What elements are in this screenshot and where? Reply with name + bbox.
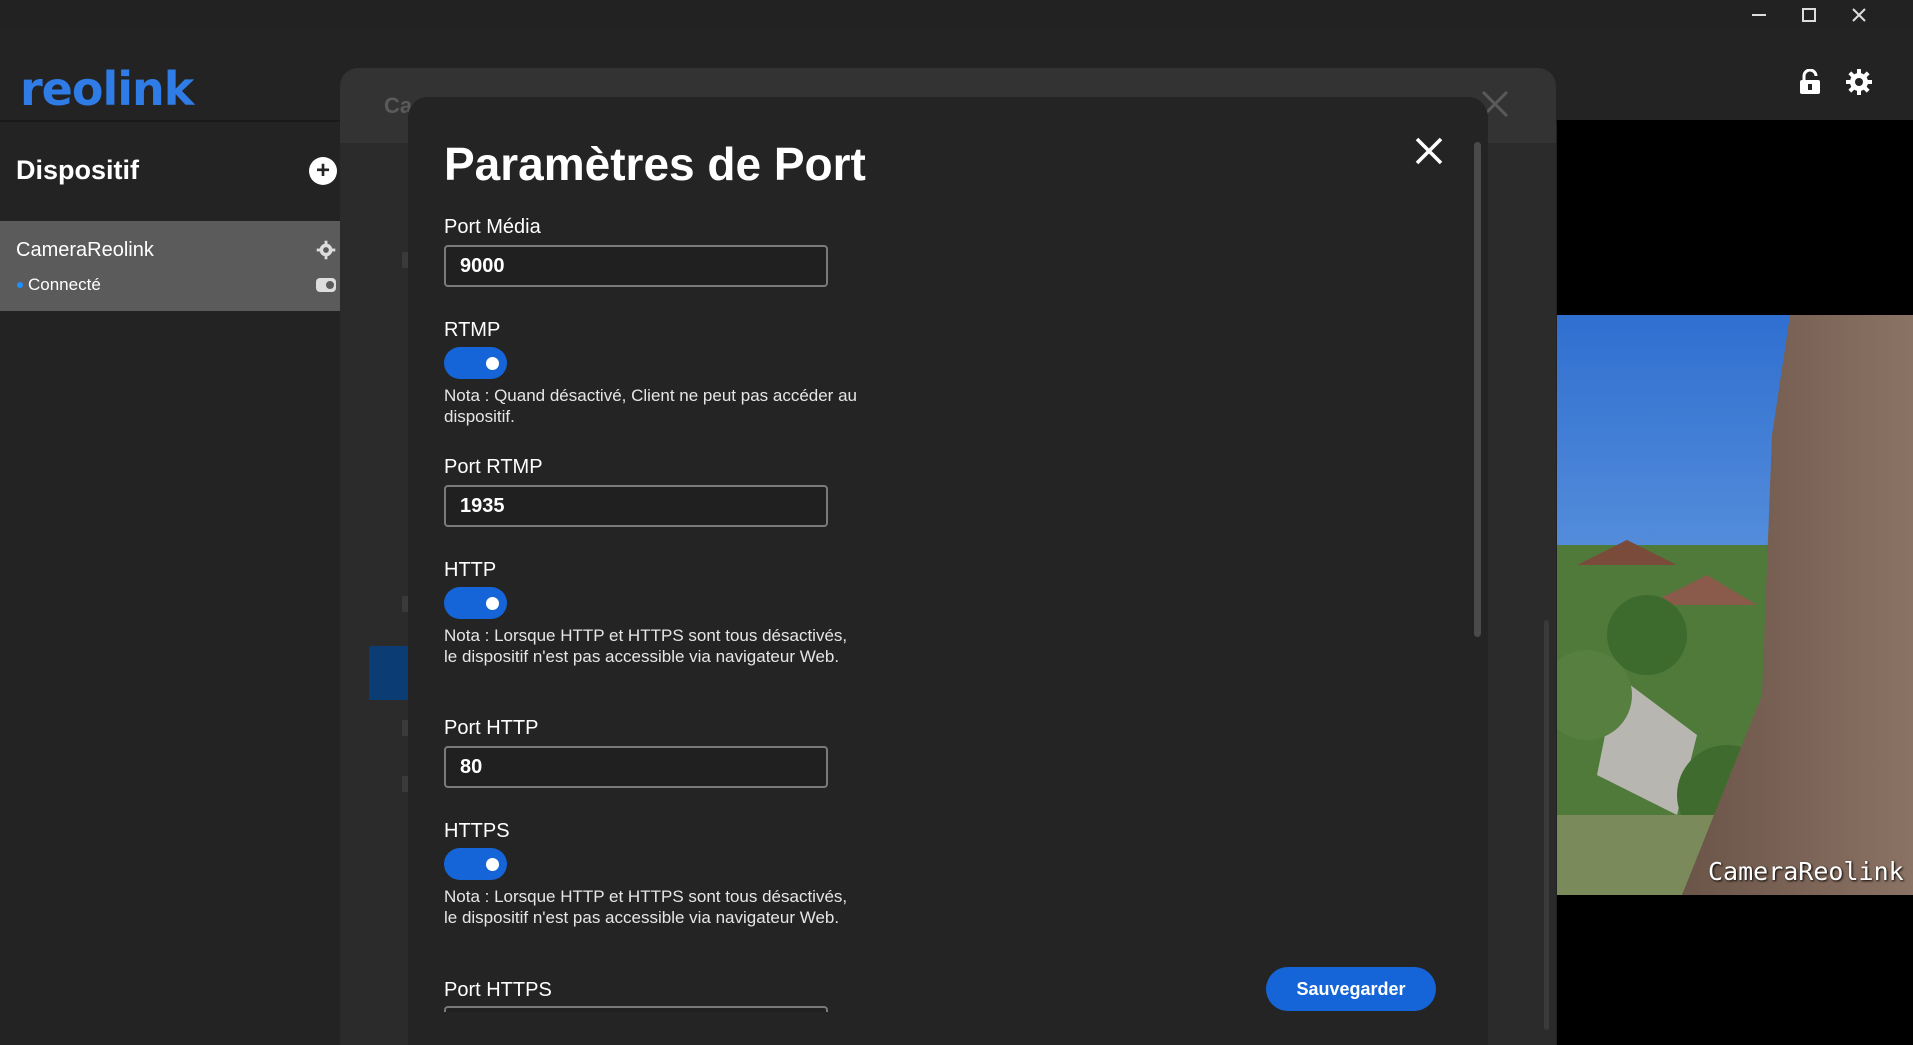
unlock-icon [1800, 69, 1820, 94]
dialog-close-button[interactable] [1414, 136, 1450, 172]
toggle-knob [486, 357, 499, 370]
reolink-logo: reolink [20, 62, 194, 116]
toggle-knob [486, 858, 499, 871]
http-toggle[interactable] [444, 587, 507, 619]
toggle-knob [486, 597, 499, 610]
device-status: Connecté [28, 275, 101, 294]
http-note: Nota : Lorsque HTTP et HTTPS sont tous d… [444, 626, 848, 666]
rtmp-port-input[interactable] [444, 485, 828, 527]
https-toggle[interactable] [444, 848, 507, 880]
minimize-button[interactable] [1734, 0, 1784, 30]
background-selected-menu-item [369, 646, 411, 700]
rtmp-toggle[interactable] [444, 347, 507, 379]
camera-live-view[interactable] [1557, 315, 1913, 895]
close-icon [1852, 8, 1866, 22]
camera-image [1557, 315, 1913, 895]
https-port-label: Port HTTPS [444, 979, 552, 1001]
device-storage-button[interactable] [315, 276, 337, 299]
add-device-button[interactable]: + [309, 157, 337, 185]
close-icon [1415, 137, 1443, 165]
sidebar-title: Dispositif [16, 155, 140, 185]
camera-overlay-label: CameraReolink [1708, 857, 1904, 886]
dialog-title: Paramètres de Port [444, 138, 866, 190]
status-dot [17, 282, 23, 288]
https-port-input[interactable] [444, 1006, 828, 1012]
lock-button[interactable] [1794, 66, 1826, 98]
maximize-icon [1802, 8, 1816, 22]
rtmp-note: Nota : Quand désactivé, Client ne peut p… [444, 386, 857, 426]
http-port-input[interactable] [444, 746, 828, 788]
device-settings-button[interactable] [316, 240, 336, 265]
https-note: Nota : Lorsque HTTP et HTTPS sont tous d… [444, 887, 848, 927]
gear-icon [316, 240, 336, 260]
storage-icon [316, 278, 336, 292]
media-port-label: Port Média [444, 216, 541, 238]
dialog-scrollbar[interactable] [1474, 142, 1481, 637]
save-button[interactable]: Sauvegarder [1266, 967, 1436, 1011]
device-item[interactable] [0, 221, 340, 311]
http-label: HTTP [444, 559, 497, 581]
minimize-icon [1752, 14, 1766, 16]
window-close-button[interactable] [1834, 0, 1884, 30]
media-port-input[interactable] [444, 245, 828, 287]
http-port-label: Port HTTP [444, 717, 539, 739]
https-label: HTTPS [444, 820, 510, 842]
background-scrollbar[interactable] [1544, 620, 1549, 1030]
maximize-button[interactable] [1784, 0, 1834, 30]
rtmp-label: RTMP [444, 319, 501, 341]
rtmp-port-label: Port RTMP [444, 456, 543, 478]
settings-button[interactable] [1843, 66, 1875, 98]
https-port-input-clip [444, 1006, 828, 1012]
gear-icon [1846, 69, 1872, 95]
device-name: CameraReolink [16, 239, 154, 261]
